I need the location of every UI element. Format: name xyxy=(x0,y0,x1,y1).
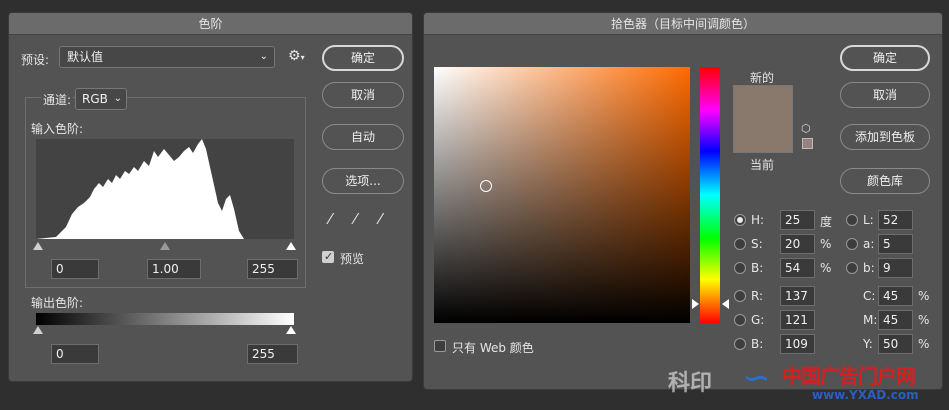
levels-dialog: 色阶 预设: 默认值 ⌄ ⚙▾ 通道: RGB ⌄ 输入色阶: 0 1.00 2… xyxy=(8,12,413,382)
color-picker-dialog: 拾色器（目标中间调颜色） 新的 当前 ⬡ 确定 取消 添加到色板 颜色库 H: … xyxy=(423,12,943,390)
brightness-label: B: xyxy=(751,261,764,275)
channel-select[interactable]: RGB ⌄ xyxy=(75,88,127,110)
preset-value: 默认值 xyxy=(67,50,104,64)
new-color-swatch xyxy=(733,85,793,119)
a-radio[interactable] xyxy=(846,238,858,250)
y-label: Y: xyxy=(863,337,873,351)
brightness-unit: % xyxy=(820,261,832,275)
ok-button[interactable]: 确定 xyxy=(322,45,404,71)
options-button[interactable]: 选项... xyxy=(322,168,404,194)
preset-select[interactable]: 默认值 ⌄ xyxy=(59,46,275,68)
h-label: H: xyxy=(751,213,765,227)
chevron-down-icon: ⌄ xyxy=(259,51,268,62)
h-unit: 度 xyxy=(820,215,833,229)
watermark-swirl-icon: ∽ xyxy=(742,358,771,398)
output-gradient xyxy=(36,313,294,325)
preset-label: 预设: xyxy=(21,53,50,67)
input-gamma-slider[interactable] xyxy=(160,242,170,250)
gear-icon[interactable]: ⚙▾ xyxy=(288,48,305,64)
color-libraries-button[interactable]: 颜色库 xyxy=(840,168,930,194)
r-field[interactable]: 137 xyxy=(780,286,815,306)
preview-label: 预览 xyxy=(340,252,365,266)
auto-button[interactable]: 自动 xyxy=(322,124,404,150)
y-unit: % xyxy=(918,337,930,351)
h-field[interactable]: 25 xyxy=(780,210,815,230)
web-only-label: 只有 Web 颜色 xyxy=(452,341,534,355)
s-unit: % xyxy=(820,237,832,251)
current-color-swatch[interactable] xyxy=(733,119,793,153)
cube-icon[interactable]: ⬡ xyxy=(801,122,811,135)
g-radio[interactable] xyxy=(734,314,746,326)
picker-cancel-button[interactable]: 取消 xyxy=(840,82,930,108)
g-label: G: xyxy=(751,313,765,327)
cancel-button[interactable]: 取消 xyxy=(322,82,404,108)
a-label: a: xyxy=(863,237,875,251)
r-label: R: xyxy=(751,289,764,303)
c-label: C: xyxy=(863,289,876,303)
watermark-left-text: 科印 xyxy=(668,370,713,396)
blue-field[interactable]: 109 xyxy=(780,334,815,354)
y-field[interactable]: 50 xyxy=(878,334,913,354)
output-black-slider[interactable] xyxy=(33,326,43,334)
output-black-field[interactable]: 0 xyxy=(51,344,99,364)
a-field[interactable]: 5 xyxy=(878,234,913,254)
hue-slider[interactable] xyxy=(700,67,720,323)
b-radio[interactable] xyxy=(846,262,858,274)
hue-right-arrow[interactable] xyxy=(722,299,729,309)
new-label: 新的 xyxy=(750,71,775,85)
gray-eyedropper-icon[interactable]: ⁄ xyxy=(354,210,357,228)
b-lab-field[interactable]: 9 xyxy=(878,258,913,278)
hue-left-arrow[interactable] xyxy=(692,299,699,309)
input-white-slider[interactable] xyxy=(286,242,296,250)
c-unit: % xyxy=(918,289,930,303)
l-label: L: xyxy=(863,213,874,227)
blue-radio[interactable] xyxy=(734,338,746,350)
input-white-field[interactable]: 255 xyxy=(247,259,298,279)
watermark-site-name: 中国广告门户网 xyxy=(782,364,916,388)
black-eyedropper-icon[interactable]: ⁄ xyxy=(329,210,332,228)
watermark-logo: ∽ 中国广告门户网 www.YXAD.com xyxy=(742,358,942,408)
histogram xyxy=(36,139,294,239)
histogram-graph xyxy=(36,139,244,239)
output-white-slider[interactable] xyxy=(286,326,296,334)
m-field[interactable]: 45 xyxy=(878,310,913,330)
preview-checkbox[interactable] xyxy=(322,250,334,263)
b-lab-label: b: xyxy=(863,261,875,275)
white-eyedropper-icon[interactable]: ⁄ xyxy=(379,210,382,228)
l-radio[interactable] xyxy=(846,214,858,226)
picker-title: 拾色器（目标中间调颜色） xyxy=(424,13,942,35)
channel-label: 通道: xyxy=(41,91,74,108)
add-to-swatches-button[interactable]: 添加到色板 xyxy=(840,124,930,150)
web-safe-swatch[interactable] xyxy=(802,138,813,149)
current-label: 当前 xyxy=(750,158,775,172)
m-unit: % xyxy=(918,313,930,327)
divider xyxy=(25,287,306,288)
s-radio[interactable] xyxy=(734,238,746,250)
levels-title: 色阶 xyxy=(9,13,412,35)
s-label: S: xyxy=(751,237,763,251)
output-white-field[interactable]: 255 xyxy=(247,344,298,364)
web-only-checkbox[interactable] xyxy=(434,340,446,352)
brightness-field[interactable]: 54 xyxy=(780,258,815,278)
color-field[interactable] xyxy=(434,67,690,323)
brightness-radio[interactable] xyxy=(734,262,746,274)
m-label: M: xyxy=(863,313,878,327)
g-field[interactable]: 121 xyxy=(780,310,815,330)
picker-ok-button[interactable]: 确定 xyxy=(840,45,930,71)
input-levels-label: 输入色阶: xyxy=(31,122,84,136)
blue-label: B: xyxy=(751,337,764,351)
h-radio[interactable] xyxy=(734,214,746,226)
color-field-cursor[interactable] xyxy=(480,180,492,192)
input-black-field[interactable]: 0 xyxy=(51,259,99,279)
channel-value: RGB xyxy=(82,92,108,106)
watermark-site-url: www.YXAD.com xyxy=(812,388,919,402)
c-field[interactable]: 45 xyxy=(878,286,913,306)
input-black-slider[interactable] xyxy=(33,242,43,250)
r-radio[interactable] xyxy=(734,290,746,302)
input-gamma-field[interactable]: 1.00 xyxy=(147,259,201,279)
chevron-down-icon: ⌄ xyxy=(113,93,122,104)
output-levels-label: 输出色阶: xyxy=(31,296,84,310)
l-field[interactable]: 52 xyxy=(878,210,913,230)
s-field[interactable]: 20 xyxy=(780,234,815,254)
